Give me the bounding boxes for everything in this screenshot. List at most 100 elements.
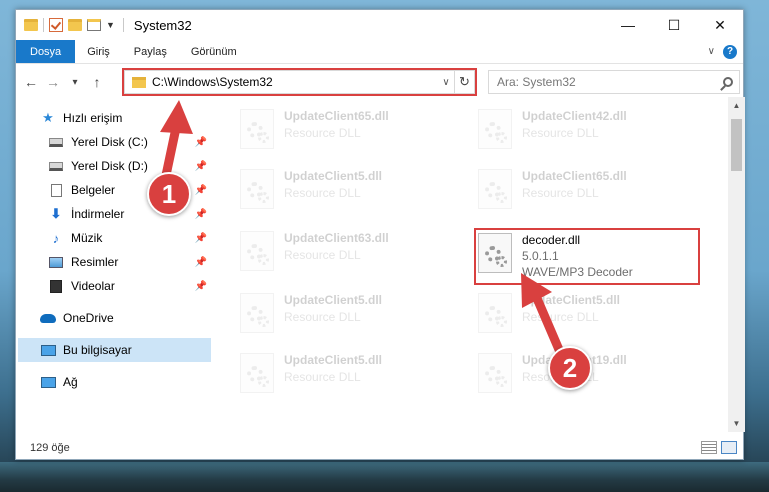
sidebar-item-onedrive[interactable]: OneDrive [40, 306, 211, 330]
this-pc-icon [40, 344, 56, 356]
title-divider [122, 18, 124, 32]
sidebar-item-label: Belgeler [71, 183, 116, 197]
sidebar-item-local-disk-c[interactable]: Yerel Disk (C:) 📌 [48, 130, 211, 154]
dll-file-icon [240, 109, 274, 149]
sidebar-item-music[interactable]: ♪ Müzik 📌 [48, 226, 211, 250]
file-name: UpdateClient5.dll [284, 293, 383, 307]
pin-icon[interactable]: 📌 [195, 281, 207, 292]
network-icon [40, 376, 56, 388]
sidebar-item-quick-access[interactable]: ★ Hızlı erişim [40, 106, 235, 130]
file-name: UpdateClient63.dll [284, 231, 389, 245]
step-2-badge: 2 [548, 346, 592, 390]
pin-icon[interactable]: 📌 [195, 257, 207, 268]
file-item[interactable]: UpdateClient63.dll Resource DLL [240, 231, 389, 271]
properties-check-icon[interactable] [49, 18, 63, 32]
file-item[interactable]: UpdateClient5.dll Resource DLL [240, 353, 382, 393]
file-description: Resource DLL [284, 310, 361, 324]
onedrive-icon [40, 313, 56, 323]
search-input[interactable]: Ara: System32 [488, 70, 740, 94]
sidebar-item-label: Resimler [71, 255, 119, 269]
disk-icon [49, 137, 63, 147]
navigation-pane: ★ Hızlı erişim Yerel Disk (C:) 📌 Yerel D… [16, 106, 211, 432]
large-icons-view-icon[interactable] [721, 441, 737, 454]
quick-access-toolbar: ▼ [24, 18, 115, 32]
sidebar-item-network[interactable]: Ağ [40, 370, 211, 394]
file-description: Resource DLL [522, 310, 599, 324]
file-item[interactable]: UpdateClient5.dll Resource DLL [240, 169, 382, 209]
sidebar-item-label: İndirmeler [71, 207, 125, 221]
file-item[interactable]: UpdateClient42.dll Resource DLL [478, 109, 627, 149]
recent-locations-button[interactable]: ▾ [64, 77, 86, 88]
file-name: UpdateClient5.dll [284, 169, 383, 183]
title-bar: ▼ System32 — ☐ ✕ [16, 10, 743, 40]
sidebar-item-label: Yerel Disk (D:) [71, 159, 148, 173]
tab-view[interactable]: Görünüm [179, 40, 249, 63]
tab-share[interactable]: Paylaş [122, 40, 179, 63]
file-name: UpdateClient5.dll [284, 353, 383, 367]
documents-icon [50, 183, 62, 197]
sidebar-item-label: Bu bilgisayar [63, 343, 132, 357]
videos-icon [50, 279, 62, 293]
vertical-scrollbar[interactable]: ▲ ▼ [728, 97, 745, 432]
new-folder-icon[interactable] [68, 19, 82, 31]
help-icon[interactable]: ? [723, 44, 737, 59]
pin-icon[interactable]: 📌 [195, 137, 207, 148]
sidebar-item-label: Ağ [63, 375, 78, 389]
file-explorer-window: ▼ System32 — ☐ ✕ Dosya Giriş Paylaş Görü… [15, 9, 745, 460]
properties-icon[interactable] [87, 19, 101, 31]
tab-home[interactable]: Giriş [75, 40, 122, 63]
caption-buttons: — ☐ ✕ [605, 10, 743, 40]
details-view-icon[interactable] [701, 441, 717, 454]
tab-file[interactable]: Dosya [16, 40, 76, 63]
minimize-button[interactable]: — [605, 10, 651, 40]
file-description: Resource DLL [284, 370, 361, 384]
desktop-background [0, 462, 769, 492]
address-highlight-box [122, 68, 477, 96]
forward-button[interactable]: → [42, 74, 64, 90]
dll-file-icon [478, 293, 512, 333]
maximize-button[interactable]: ☐ [651, 10, 697, 40]
file-item[interactable]: UpdateClient65.dll Resource DLL [240, 109, 389, 149]
file-description: Resource DLL [284, 248, 361, 262]
sidebar-item-label: Hızlı erişim [63, 111, 123, 125]
scroll-down-icon[interactable]: ▼ [728, 415, 745, 432]
search-icon [723, 77, 733, 87]
file-item[interactable]: UpdateClient5.dll Resource DLL [478, 293, 620, 333]
sidebar-item-videos[interactable]: Videolar 📌 [48, 274, 211, 298]
file-name: UpdateClient65.dll [522, 169, 627, 183]
sidebar-item-label: Yerel Disk (C:) [71, 135, 148, 149]
file-description: Resource DLL [284, 126, 361, 140]
file-name: UpdateClient42.dll [522, 109, 627, 123]
file-description: Resource DLL [522, 186, 599, 200]
music-icon: ♪ [52, 230, 60, 246]
dll-file-icon [240, 293, 274, 333]
file-description: Resource DLL [284, 186, 361, 200]
scroll-thumb[interactable] [731, 119, 742, 171]
close-button[interactable]: ✕ [697, 10, 743, 40]
expand-ribbon-icon[interactable]: ∨ [708, 46, 715, 57]
item-count: 129 öğe [30, 442, 70, 454]
dll-file-icon [478, 109, 512, 149]
sidebar-item-this-pc[interactable]: Bu bilgisayar [18, 338, 211, 362]
pin-icon[interactable]: 📌 [195, 185, 207, 196]
pin-icon[interactable]: 📌 [195, 233, 207, 244]
back-button[interactable]: ← [20, 74, 42, 90]
dll-file-icon [478, 353, 512, 393]
sidebar-item-label: OneDrive [63, 311, 114, 325]
up-button[interactable]: ↑ [86, 74, 108, 90]
pin-icon[interactable]: 📌 [195, 209, 207, 220]
scroll-up-icon[interactable]: ▲ [728, 97, 745, 114]
pin-icon[interactable]: 📌 [195, 161, 207, 172]
sidebar-item-label: Videolar [71, 279, 115, 293]
dll-file-icon [478, 169, 512, 209]
file-item[interactable]: UpdateClient65.dll Resource DLL [478, 169, 627, 209]
file-name: UpdateClient65.dll [284, 109, 389, 123]
sidebar-item-pictures[interactable]: Resimler 📌 [48, 250, 211, 274]
file-item[interactable]: UpdateClient5.dll Resource DLL [240, 293, 382, 333]
customize-toolbar-dropdown-icon[interactable]: ▼ [106, 20, 115, 30]
file-description: Resource DLL [522, 126, 599, 140]
file-name: UpdateClient5.dll [522, 293, 621, 307]
folder-icon [24, 19, 38, 31]
sidebar-item-local-disk-d[interactable]: Yerel Disk (D:) 📌 [48, 154, 211, 178]
search-placeholder: Ara: System32 [497, 75, 576, 89]
